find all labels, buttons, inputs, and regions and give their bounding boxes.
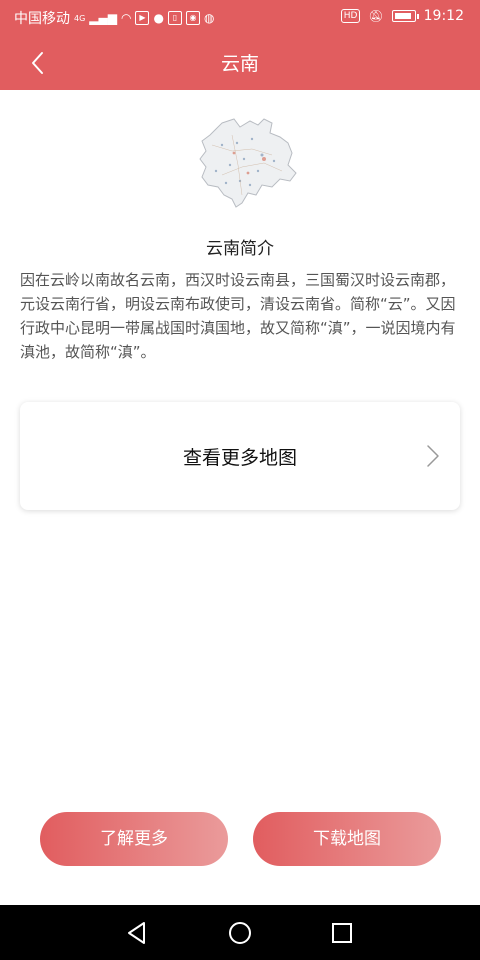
- chevron-right-icon: [427, 445, 439, 467]
- download-map-button[interactable]: 下载地图: [253, 812, 441, 866]
- status-right: HD 🔕︎ 19:12: [340, 8, 464, 24]
- status-left: 中国移动 4G ▂▄▆ ◠ ▶ ● ▯ ◉ ◍: [14, 8, 214, 28]
- chat-bubble-icon: ●: [153, 11, 164, 25]
- wifi-icon: ◠: [120, 11, 132, 25]
- system-home-icon[interactable]: [227, 920, 253, 946]
- system-nav-bar: [0, 905, 480, 960]
- hd-badge: HD: [340, 9, 361, 23]
- header-bar: 云南: [0, 34, 480, 90]
- yunnan-map-icon: [199, 118, 297, 208]
- intro-body: 因在云岭以南故名云南，西汉时设云南县，三国蜀汉时设云南郡，元设云南行省，明设云南…: [20, 271, 456, 361]
- play-icon: ▶: [135, 11, 150, 25]
- battery-icon: [391, 10, 419, 22]
- mute-icon: 🔕︎: [368, 9, 384, 23]
- wechat-icon: ◍: [203, 11, 215, 25]
- page-title: 云南: [220, 53, 259, 75]
- sim-icon: ▯: [167, 11, 182, 25]
- signal-icon: ▂▄▆: [89, 11, 117, 25]
- carrier-label: 中国移动: [14, 11, 70, 27]
- status-time: 19:12: [423, 8, 464, 24]
- status-bar: 中国移动 4G ▂▄▆ ◠ ▶ ● ▯ ◉ ◍ HD 🔕︎ 19:12: [0, 0, 480, 34]
- learn-more-button[interactable]: 了解更多: [40, 812, 228, 866]
- system-back-icon[interactable]: [124, 920, 150, 946]
- more-maps-label: 查看更多地图: [182, 447, 297, 469]
- network-label: 4G: [74, 13, 86, 23]
- system-recent-apps-icon[interactable]: [329, 920, 355, 946]
- more-maps-card[interactable]: 查看更多地图: [20, 402, 460, 510]
- intro-title: 云南简介: [206, 239, 274, 259]
- map-pin-icon: ◉: [185, 11, 200, 25]
